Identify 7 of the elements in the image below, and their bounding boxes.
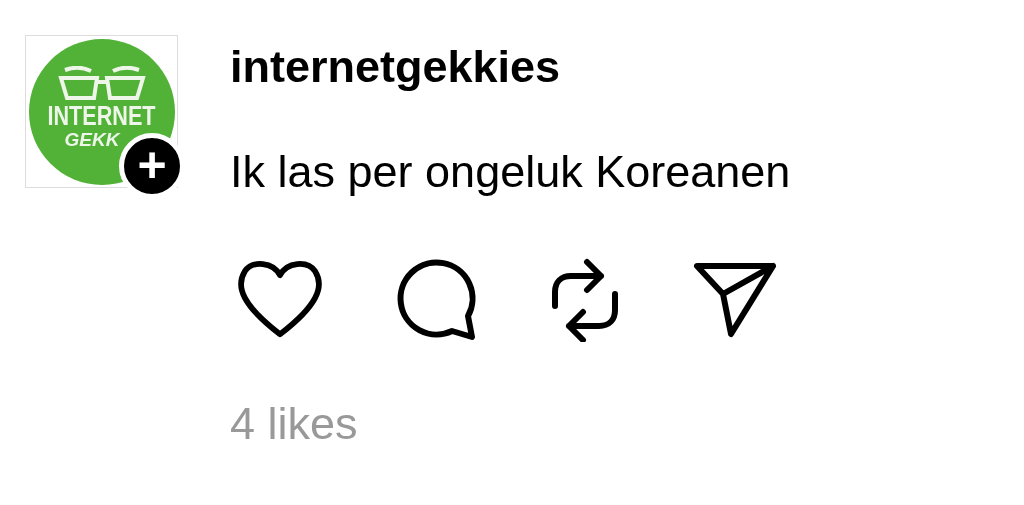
glasses-icon [56,65,147,102]
post-text: Ik las per ongeluk Koreanen [230,146,791,198]
send-icon[interactable] [693,262,777,338]
logo-text: INTERNET [47,101,156,130]
heart-icon[interactable] [235,260,325,340]
username[interactable]: internetgekkies [230,41,791,93]
logo-text: GEKK [63,129,120,150]
